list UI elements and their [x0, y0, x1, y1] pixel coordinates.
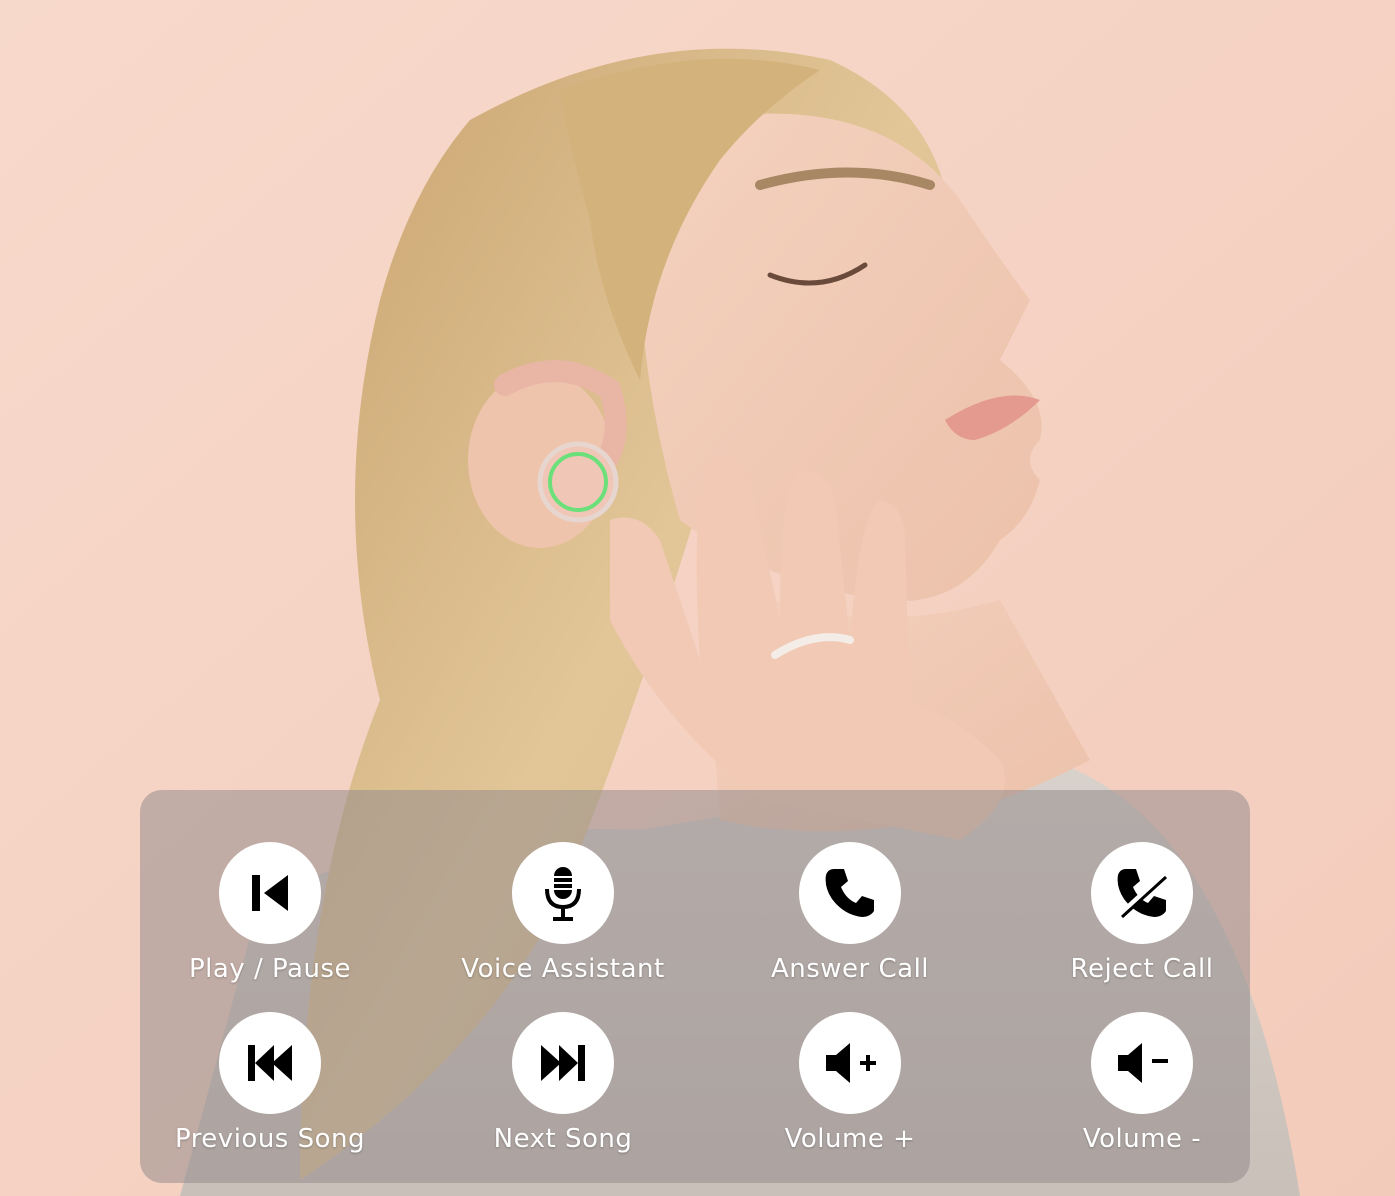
next-track-icon [512, 1012, 614, 1114]
phone-off-icon [1091, 842, 1193, 944]
previous-track-icon [219, 1012, 321, 1114]
control-volume-up: Volume + [710, 1012, 990, 1154]
control-label: Volume + [784, 1124, 916, 1154]
phone-icon [799, 842, 901, 944]
microphone-icon [512, 842, 614, 944]
control-next-song: Next Song [423, 1012, 703, 1154]
control-label: Play / Pause [189, 954, 351, 984]
control-previous-song: Previous Song [130, 1012, 410, 1154]
control-label: Voice Assistant [461, 954, 665, 984]
control-voice-assistant: Voice Assistant [423, 842, 703, 984]
volume-down-icon [1091, 1012, 1193, 1114]
control-label: Answer Call [770, 954, 930, 984]
control-label: Volume - [1082, 1124, 1202, 1154]
volume-up-icon [799, 1012, 901, 1114]
control-volume-down: Volume - [1002, 1012, 1282, 1154]
earbud-controls-panel: Play / Pause Voice Assistant Answer Call… [140, 790, 1250, 1183]
control-play-pause: Play / Pause [130, 842, 410, 984]
control-answer-call: Answer Call [710, 842, 990, 984]
control-label: Previous Song [174, 1124, 366, 1154]
control-reject-call: Reject Call [1002, 842, 1282, 984]
control-label: Next Song [493, 1124, 633, 1154]
play-pause-icon [219, 842, 321, 944]
control-label: Reject Call [1070, 954, 1214, 984]
